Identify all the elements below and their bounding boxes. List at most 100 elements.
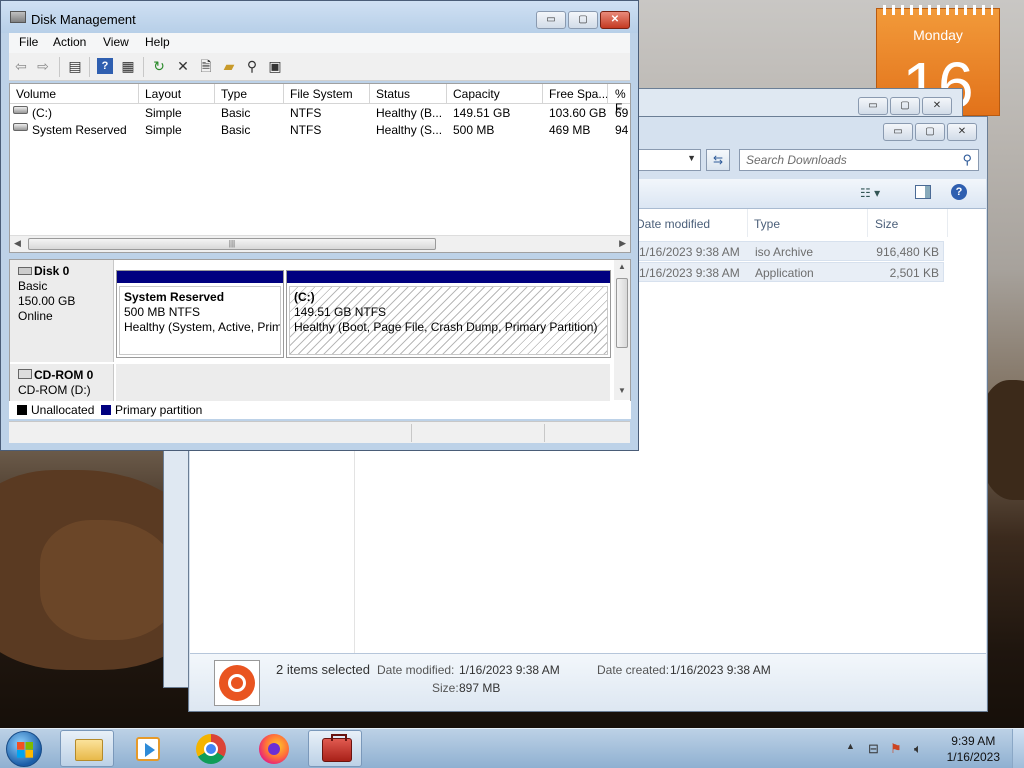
partition-c-drive[interactable]: (C:) 149.51 GB NTFS Healthy (Boot, Page … bbox=[286, 270, 611, 358]
calendar-rings bbox=[883, 5, 993, 15]
volume-icon[interactable]: 🔈︎ bbox=[914, 741, 922, 757]
partition-system-reserved[interactable]: System Reserved 500 MB NTFS Healthy (Sys… bbox=[116, 270, 284, 358]
volume-list[interactable]: Volume Layout Type File System Status Ca… bbox=[9, 83, 631, 253]
action-center-icon[interactable]: ⚑ bbox=[890, 741, 902, 757]
column-layout[interactable]: Layout bbox=[145, 87, 181, 101]
show-desktop-button[interactable] bbox=[1012, 729, 1024, 768]
column-separator[interactable] bbox=[283, 84, 284, 104]
disk-management-window[interactable]: Disk Management ▭ ▢ ✕ File Action View H… bbox=[0, 0, 639, 451]
scroll-left-icon[interactable]: ◀ bbox=[14, 238, 21, 249]
column-capacity[interactable]: Capacity bbox=[453, 87, 500, 101]
partition-name: (C:) bbox=[294, 290, 315, 304]
delete-icon[interactable]: ✕ bbox=[175, 58, 191, 74]
disk-graphical-view[interactable]: Disk 0 Basic 150.00 GB Online System Res… bbox=[9, 259, 631, 419]
partition-legend: Unallocated Primary partition bbox=[9, 401, 631, 419]
horizontal-scrollbar[interactable]: ◀ ||| ▶ bbox=[10, 235, 630, 252]
window-caption-buttons: ▭ ▢ ✕ bbox=[858, 97, 952, 115]
column-status[interactable]: Status bbox=[376, 87, 410, 101]
show-hidden-icons-icon[interactable]: ▲ bbox=[846, 741, 855, 751]
search-icon[interactable]: ⚲ bbox=[244, 58, 260, 74]
properties-icon[interactable]: 🗎 bbox=[198, 58, 214, 74]
date-modified-label: Date modified: bbox=[377, 663, 455, 677]
title-bar[interactable]: Disk Management ▭ ▢ ✕ bbox=[1, 1, 638, 33]
minimize-button[interactable]: ▭ bbox=[883, 123, 913, 141]
taskbar-explorer-button[interactable] bbox=[60, 730, 114, 767]
toolbox-icon bbox=[322, 734, 352, 762]
column-type[interactable]: Type bbox=[754, 217, 780, 231]
scrollbar-thumb[interactable]: ||| bbox=[28, 238, 436, 250]
column-separator[interactable] bbox=[214, 84, 215, 104]
help-icon[interactable]: ? bbox=[97, 58, 113, 74]
menu-file[interactable]: File bbox=[19, 35, 38, 49]
cdrom-0-label[interactable]: CD-ROM 0 CD-ROM (D:) bbox=[10, 364, 114, 404]
column-size[interactable]: Size bbox=[875, 217, 898, 231]
open-folder-icon[interactable]: ▰ bbox=[221, 58, 237, 74]
refresh-button[interactable]: ⇆ bbox=[706, 149, 730, 171]
cdrom-name: CD-ROM 0 bbox=[34, 368, 94, 382]
minimize-button[interactable]: ▭ bbox=[536, 11, 566, 29]
forward-arrow-icon[interactable]: ⇨ bbox=[35, 58, 51, 74]
taskbar-chrome-button[interactable] bbox=[183, 730, 237, 767]
volume-row[interactable]: (C:) Simple Basic NTFS Healthy (B... 149… bbox=[10, 105, 630, 122]
maximize-button[interactable]: ▢ bbox=[568, 11, 598, 29]
search-icon[interactable]: ⚲ bbox=[962, 152, 972, 168]
clock[interactable]: 9:39 AM 1/16/2023 bbox=[947, 733, 1000, 765]
network-icon[interactable]: ⊟ bbox=[868, 741, 879, 757]
taskbar-media-player-button[interactable] bbox=[120, 730, 174, 767]
maximize-button[interactable]: ▢ bbox=[890, 97, 920, 115]
preview-pane-button[interactable] bbox=[915, 185, 931, 199]
file-type: iso Archive bbox=[755, 245, 814, 259]
disk-0-label[interactable]: Disk 0 Basic 150.00 GB Online bbox=[10, 260, 114, 362]
search-input[interactable]: Search Downloads ⚲ bbox=[739, 149, 979, 171]
refresh-icon[interactable]: ↻ bbox=[151, 58, 167, 74]
selection-count: 2 items selected bbox=[276, 662, 370, 677]
scroll-right-icon[interactable]: ▶ bbox=[619, 238, 626, 249]
export-icon[interactable]: ▣ bbox=[267, 58, 283, 74]
disk-kind: Basic bbox=[18, 279, 48, 293]
file-row[interactable]: 1/16/2023 9:38 AM iso Archive 916,480 KB bbox=[636, 241, 944, 261]
close-button[interactable]: ✕ bbox=[922, 97, 952, 115]
scrollbar-thumb[interactable] bbox=[616, 278, 628, 348]
help-icon[interactable]: ? bbox=[951, 184, 967, 200]
column-separator[interactable] bbox=[542, 84, 543, 104]
column-separator[interactable] bbox=[607, 84, 608, 104]
column-file-system[interactable]: File System bbox=[290, 87, 353, 101]
column-separator[interactable] bbox=[446, 84, 447, 104]
start-button[interactable] bbox=[6, 731, 42, 767]
file-row[interactable]: 1/16/2023 9:38 AM Application 2,501 KB bbox=[636, 262, 944, 282]
minimize-button[interactable]: ▭ bbox=[858, 97, 888, 115]
disk-icon bbox=[18, 267, 32, 275]
properties-list-icon[interactable]: ▦ bbox=[120, 58, 136, 74]
column-separator[interactable] bbox=[138, 84, 139, 104]
menu-action[interactable]: Action bbox=[53, 35, 86, 49]
column-separator[interactable] bbox=[747, 209, 748, 237]
close-button[interactable]: ✕ bbox=[947, 123, 977, 141]
column-separator[interactable] bbox=[947, 209, 948, 237]
chevron-down-icon[interactable]: ▼ bbox=[687, 153, 696, 163]
taskbar-firefox-button[interactable] bbox=[246, 730, 300, 767]
toolbar-separator bbox=[89, 57, 90, 77]
scroll-down-icon[interactable]: ▼ bbox=[618, 386, 626, 395]
vertical-scrollbar[interactable]: ▲ ▼ bbox=[614, 260, 630, 400]
column-separator[interactable] bbox=[369, 84, 370, 104]
change-view-button[interactable]: ☷ ▾ bbox=[860, 186, 880, 200]
column-free-space[interactable]: Free Spa... bbox=[549, 87, 608, 101]
back-arrow-icon[interactable]: ⇦ bbox=[13, 58, 29, 74]
legend-label-primary: Primary partition bbox=[115, 403, 203, 417]
address-bar[interactable]: ▼ bbox=[636, 149, 701, 171]
menu-view[interactable]: View bbox=[103, 35, 129, 49]
column-date-modified[interactable]: Date modified bbox=[636, 217, 710, 231]
console-tree-icon[interactable]: ▤ bbox=[67, 58, 83, 74]
column-separator[interactable] bbox=[867, 209, 868, 237]
scroll-up-icon[interactable]: ▲ bbox=[618, 262, 626, 271]
column-volume[interactable]: Volume bbox=[16, 87, 56, 101]
volume-type: Basic bbox=[221, 123, 251, 137]
menu-help[interactable]: Help bbox=[145, 35, 170, 49]
window-caption-buttons: ▭ ▢ ✕ bbox=[536, 11, 630, 29]
column-type[interactable]: Type bbox=[221, 87, 247, 101]
taskbar-computer-management-button[interactable] bbox=[308, 730, 362, 767]
maximize-button[interactable]: ▢ bbox=[915, 123, 945, 141]
file-size: 2,501 KB bbox=[889, 266, 939, 280]
close-button[interactable]: ✕ bbox=[600, 11, 630, 29]
volume-row[interactable]: System Reserved Simple Basic NTFS Health… bbox=[10, 122, 630, 139]
